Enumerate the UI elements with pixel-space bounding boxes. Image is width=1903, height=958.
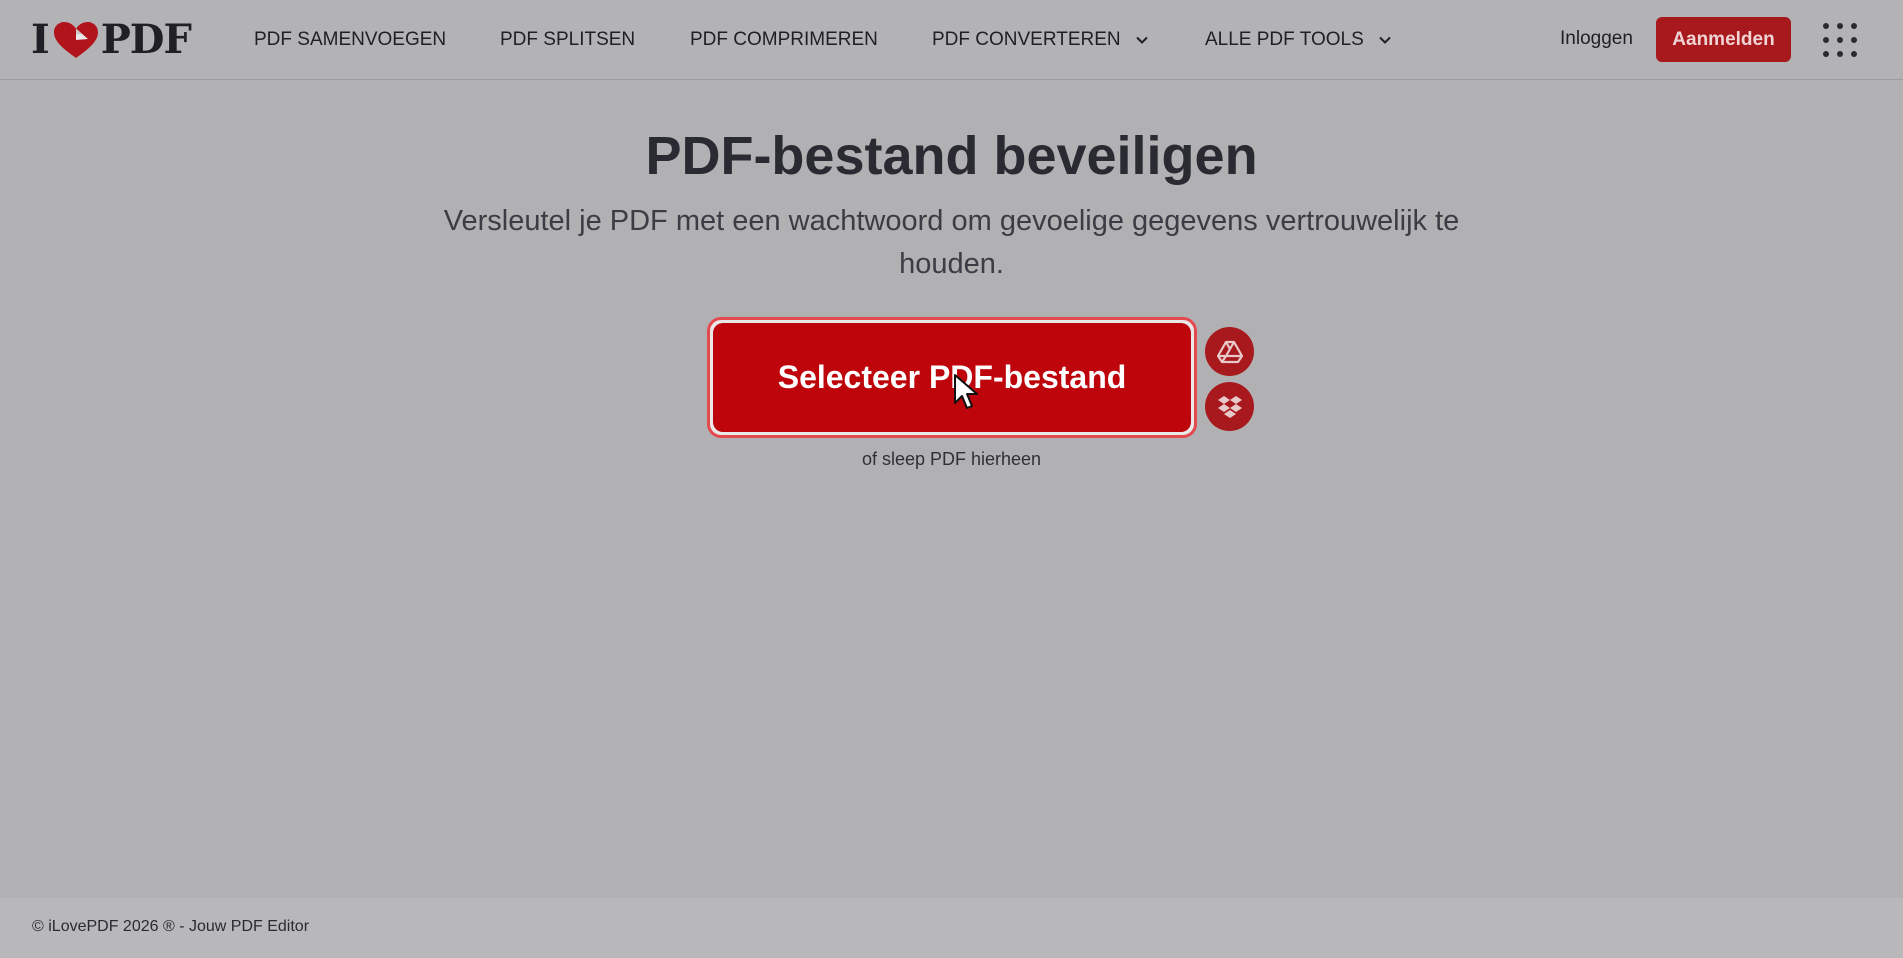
chevron-down-icon [1135,36,1148,44]
nav-label: PDF SAMENVOEGEN [254,29,447,50]
google-drive-button[interactable] [1205,327,1254,376]
logo-text-pdf: PDF [100,16,192,63]
logo-letter-i: I [31,16,50,63]
nav-label: PDF CONVERTEREN [932,29,1121,50]
signup-button[interactable]: Aanmelden [1656,17,1791,62]
nav-label: PDF SPLITSEN [500,29,636,50]
nav-alle-pdf-tools-dropdown[interactable]: ALLE PDF TOOLS [1205,28,1392,52]
nav-label: PDF COMPRIMEREN [690,29,878,50]
nav-label: ALLE PDF TOOLS [1205,29,1364,50]
nav-pdf-samenvoegen[interactable]: PDF SAMENVOEGEN [254,28,446,52]
dropbox-button[interactable] [1205,382,1254,431]
login-link[interactable]: Inloggen [1560,28,1633,50]
ilovepdf-logo[interactable]: I PDF [31,16,192,63]
page-subtitle: Versleutel je PDF met een wachtwoord om … [443,205,1460,280]
heart-logo-icon [53,22,98,58]
chevron-down-icon [1379,36,1391,44]
google-drive-icon [1216,340,1243,363]
footer: © iLovePDF 2026 ® - Jouw PDF Editor [0,898,1903,958]
top-navigation-bar: I PDF PDF SAMENVOEGEN PDF SPLITSEN PDF C… [0,0,1903,80]
select-file-focus-ring: Selecteer PDF-bestand [707,317,1197,438]
drop-hint-text: of sleep PDF hierheen [861,449,1042,469]
page-title: PDF-bestand beveiligen [645,126,1258,186]
footer-copyright: © iLovePDF 2026 ® - Jouw PDF Editor [32,918,310,935]
nav-pdf-splitsen[interactable]: PDF SPLITSEN [500,28,635,52]
grid-dots-icon[interactable] [1822,22,1858,58]
dropbox-icon [1217,395,1242,418]
select-pdf-file-button[interactable]: Selecteer PDF-bestand [713,323,1191,432]
nav-pdf-converteren-dropdown[interactable]: PDF CONVERTEREN [932,28,1149,52]
nav-pdf-comprimeren[interactable]: PDF COMPRIMEREN [690,28,878,52]
